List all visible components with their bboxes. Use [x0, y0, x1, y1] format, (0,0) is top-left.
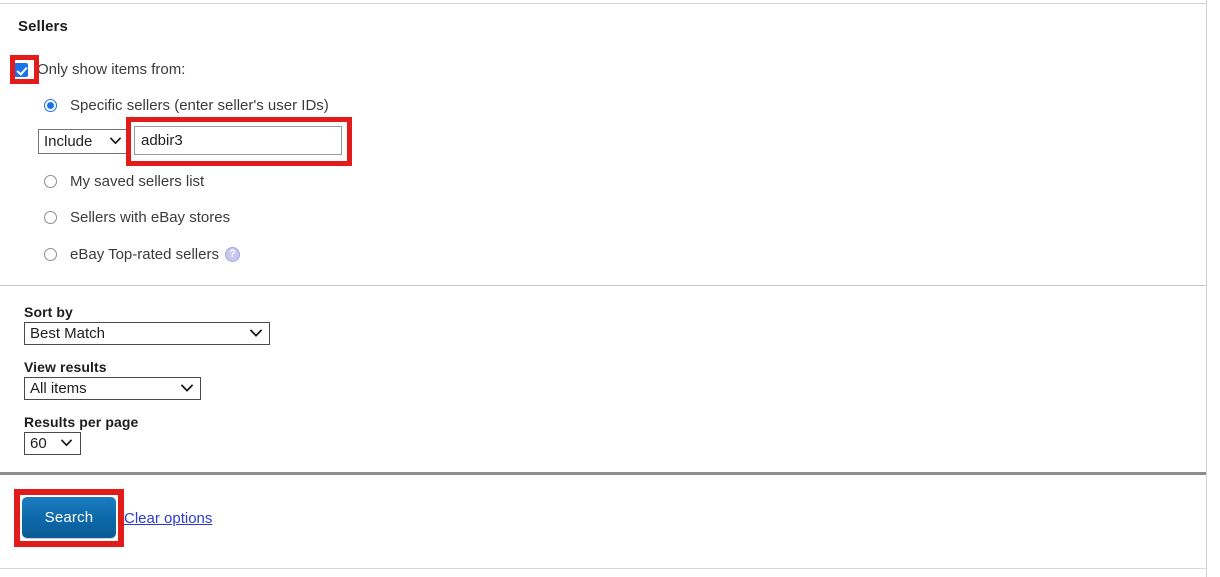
radio-row-ebay-stores[interactable]: Sellers with eBay stores [44, 209, 230, 226]
seller-user-ids-input[interactable] [134, 126, 342, 155]
panel-right-edge [1206, 0, 1207, 577]
search-button[interactable]: Search [22, 497, 116, 538]
help-question-icon[interactable]: ? [224, 247, 240, 262]
divider-middle [0, 285, 1207, 286]
radio-row-top-rated-sellers[interactable]: eBay Top-rated sellers ? [44, 246, 240, 263]
sort-by-label: Sort by [24, 304, 73, 320]
search-options-panel: Sellers Only show items from: Specific s… [0, 0, 1220, 577]
include-exclude-select[interactable]: IncludeExclude [38, 129, 128, 154]
radio-label-specific-sellers: Specific sellers (enter seller's user ID… [70, 97, 329, 114]
divider-bottom [0, 568, 1207, 569]
only-show-items-label: Only show items from: [37, 61, 186, 78]
radio-label-saved-sellers: My saved sellers list [70, 173, 205, 190]
divider-top [0, 3, 1207, 4]
view-results-select[interactable]: All itemsGallery viewList viewCustomize … [24, 377, 201, 400]
sellers-section-title: Sellers [18, 18, 68, 35]
radio-selected-icon[interactable] [44, 99, 57, 112]
divider-actions [0, 472, 1207, 475]
view-results-label: View results [24, 359, 107, 375]
results-per-page-select[interactable]: 255060100200 [24, 432, 81, 455]
checkbox-checked-icon[interactable] [14, 62, 28, 77]
sort-by-select[interactable]: Best MatchTime: ending soonestTime: newl… [24, 322, 270, 345]
radio-row-specific-sellers[interactable]: Specific sellers (enter seller's user ID… [44, 97, 329, 114]
radio-label-ebay-stores: Sellers with eBay stores [70, 209, 231, 226]
results-per-page-label: Results per page [24, 414, 139, 430]
radio-unselected-icon[interactable] [44, 248, 57, 261]
radio-row-saved-sellers[interactable]: My saved sellers list [44, 173, 204, 190]
only-show-items-row[interactable]: Only show items from: [14, 61, 185, 78]
radio-unselected-icon[interactable] [44, 175, 57, 188]
radio-label-top-rated-sellers: eBay Top-rated sellers [70, 246, 219, 263]
radio-unselected-icon[interactable] [44, 211, 57, 224]
clear-options-link[interactable]: Clear options [124, 510, 212, 527]
